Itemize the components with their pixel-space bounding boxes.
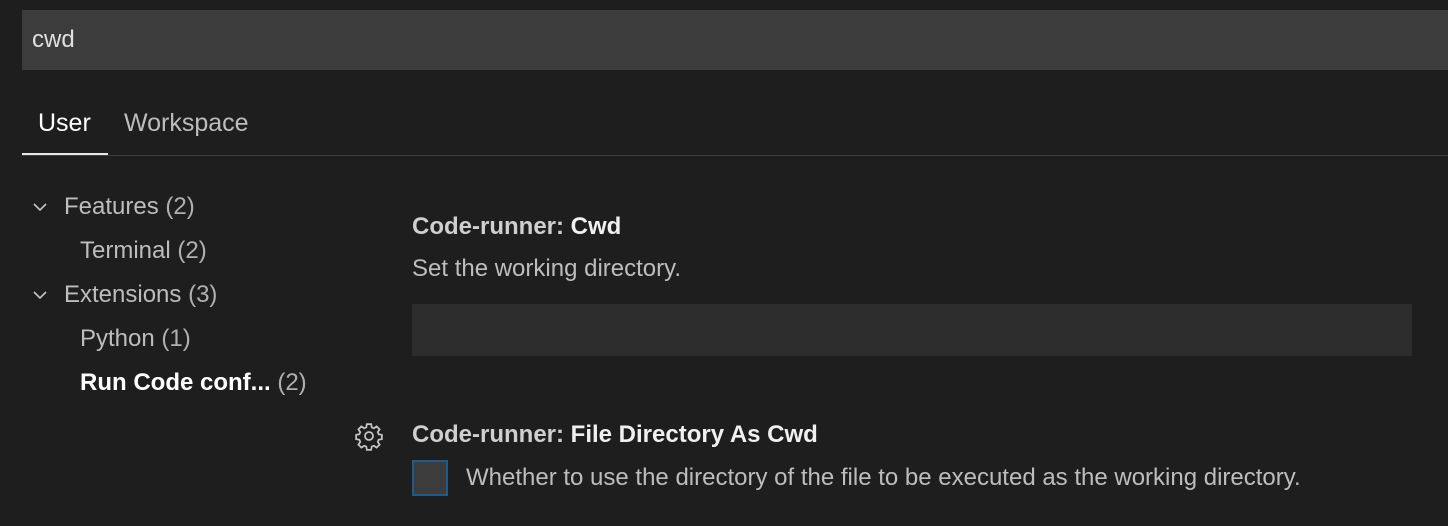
toc-item-run-code-configuration[interactable]: Run Code conf... (2): [22, 361, 352, 405]
settings-toc-tree: Features (2) Terminal (2) Extensions (3)…: [22, 185, 352, 405]
setting-key: Cwd: [570, 213, 622, 240]
toc-item-count: (2): [277, 369, 307, 396]
setting-category: Code-runner:: [412, 213, 571, 240]
setting-key: File Directory As Cwd: [570, 421, 818, 448]
setting-code-runner-file-directory-as-cwd: Code-runner: File Directory As Cwd: [412, 419, 818, 451]
settings-search-input[interactable]: [32, 10, 1432, 70]
tab-workspace[interactable]: Workspace: [108, 96, 265, 155]
tab-user[interactable]: User: [22, 96, 108, 155]
toc-item-count: (2): [165, 193, 195, 220]
setting-category: Code-runner:: [412, 421, 571, 448]
setting-description: Set the working directory.: [412, 255, 682, 282]
setting-description: Whether to use the directory of the file…: [466, 464, 1301, 491]
toc-item-python[interactable]: Python (1): [22, 317, 352, 361]
setting-title: Code-runner: Cwd: [412, 211, 621, 243]
toc-item-label: Features: [64, 193, 159, 220]
file-directory-as-cwd-checkbox[interactable]: [412, 460, 448, 496]
toc-item-features[interactable]: Features (2): [22, 185, 352, 229]
settings-editor: User Workspace Features (2) Terminal (2)…: [0, 0, 1448, 526]
toc-item-terminal[interactable]: Terminal (2): [22, 229, 352, 273]
toc-item-count: (3): [188, 281, 218, 308]
toc-item-label: Run Code conf...: [80, 369, 271, 396]
setting-code-runner-cwd: Code-runner: Cwd Set the working directo…: [412, 211, 681, 282]
settings-search-bar: [22, 10, 1448, 70]
chevron-down-icon: [33, 203, 47, 212]
setting-title: Code-runner: File Directory As Cwd: [412, 419, 818, 451]
gear-icon[interactable]: [354, 421, 384, 451]
toc-item-label: Extensions: [64, 281, 182, 308]
chevron-down-icon: [33, 291, 47, 300]
toc-item-count: (1): [161, 325, 191, 352]
toc-item-extensions[interactable]: Extensions (3): [22, 273, 352, 317]
settings-scope-tabs: User Workspace: [22, 96, 1448, 156]
toc-item-label: Terminal: [80, 237, 171, 264]
toc-item-count: (2): [177, 237, 207, 264]
toc-item-label: Python: [80, 325, 155, 352]
cwd-text-field[interactable]: [412, 304, 1412, 356]
